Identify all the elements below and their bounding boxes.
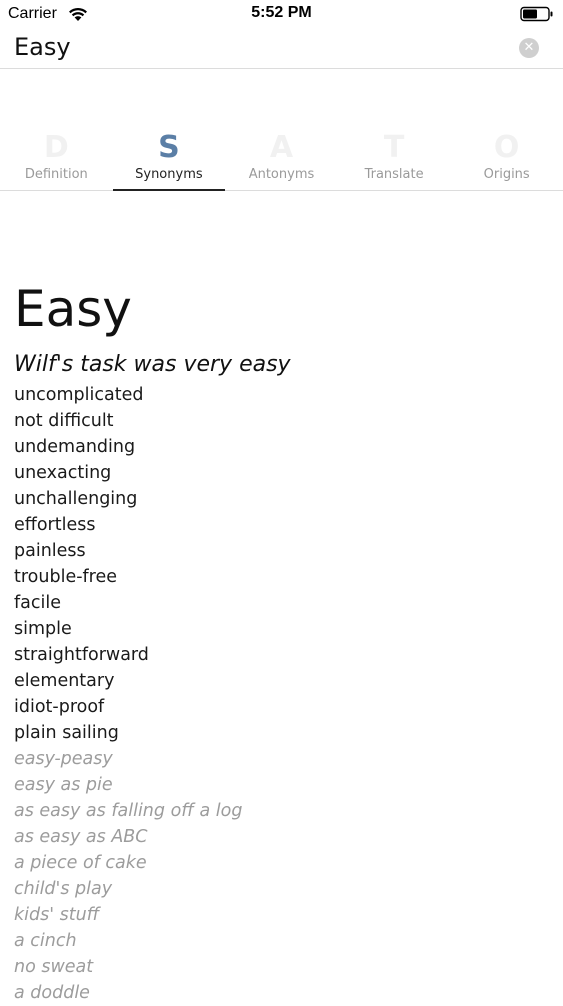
tab-label: Translate [364,167,424,182]
synonym-item[interactable]: not difficult [14,408,554,434]
synonym-item[interactable]: simple [14,616,554,642]
search-input[interactable] [12,30,504,64]
tab-letter: T [383,130,405,165]
clear-icon[interactable]: ✕ [519,38,539,58]
informal-synonym-item[interactable]: as easy as falling off a log [14,798,554,824]
entry-content: Easy Wilf's task was very easy uncomplic… [14,276,554,1006]
tab-label: Definition [24,167,88,182]
tab-bar: D Definition S Synonyms A Antonyms T Tra… [0,128,563,191]
synonym-item[interactable]: idiot-proof [14,694,554,720]
synonym-item[interactable]: facile [14,590,554,616]
tab-letter: D [43,130,69,165]
tab-antonyms[interactable]: A Antonyms [225,128,338,190]
informal-synonym-item[interactable]: a cinch [14,928,554,954]
tab-definition[interactable]: D Definition [0,128,113,190]
headword: Easy [14,280,132,338]
battery-icon [520,6,553,22]
tab-letter: O [493,130,520,165]
status-time: 5:52 PM [251,4,312,21]
informal-synonym-item[interactable]: as easy as ABC [14,824,554,850]
tab-translate[interactable]: T Translate [338,128,451,190]
search-bar: ✕ [0,28,563,69]
synonym-item[interactable]: unexacting [14,460,554,486]
synonym-list: uncomplicated not difficult undemanding … [14,382,554,1006]
synonym-item[interactable]: undemanding [14,434,554,460]
informal-synonym-item[interactable]: a doddle [14,980,554,1006]
status-bar: Carrier 5:52 PM [0,0,563,28]
synonym-item[interactable]: plain sailing [14,720,554,746]
tab-label: Origins [483,167,530,182]
example-sentence: Wilf's task was very easy [14,352,291,377]
informal-synonym-item[interactable]: no sweat [14,954,554,980]
synonym-item[interactable]: trouble-free [14,564,554,590]
tab-synonyms[interactable]: S Synonyms [112,128,226,191]
tab-letter: A [269,130,294,165]
synonym-item[interactable]: uncomplicated [14,382,554,408]
synonym-item[interactable]: elementary [14,668,554,694]
tab-origins[interactable]: O Origins [450,128,563,190]
synonym-item[interactable]: unchallenging [14,486,554,512]
informal-synonym-item[interactable]: a piece of cake [14,850,554,876]
tab-label: Antonyms [248,167,315,182]
informal-synonym-item[interactable]: easy as pie [14,772,554,798]
tab-label: Synonyms [135,167,203,182]
informal-synonym-item[interactable]: child's play [14,876,554,902]
tab-letter: S [158,130,180,165]
informal-synonym-item[interactable]: easy-peasy [14,746,554,772]
synonym-item[interactable]: effortless [14,512,554,538]
informal-synonym-item[interactable]: kids' stuff [14,902,554,928]
synonym-item[interactable]: painless [14,538,554,564]
synonym-item[interactable]: straightforward [14,642,554,668]
